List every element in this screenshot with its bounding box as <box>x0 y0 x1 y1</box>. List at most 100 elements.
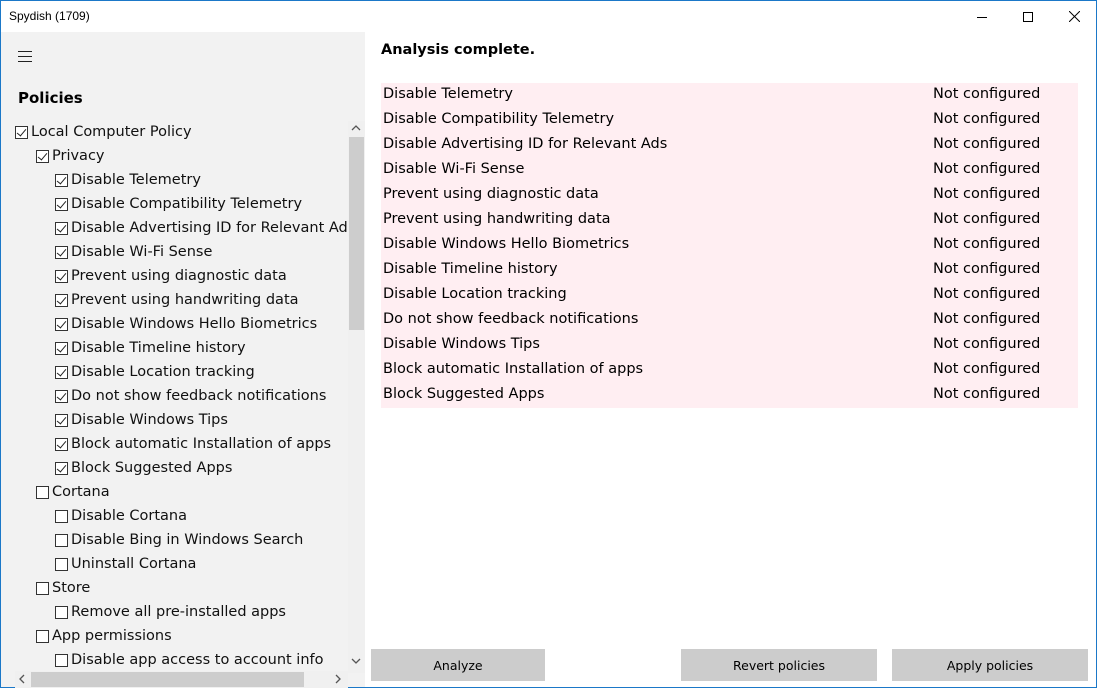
tree-item-label: Cortana <box>52 484 110 500</box>
tree-item-checkbox[interactable] <box>36 581 49 595</box>
policies-heading: Policies <box>18 89 83 107</box>
tree-item-label: Disable Windows Hello Biometrics <box>71 316 318 332</box>
tree-item-checkbox[interactable] <box>55 365 68 379</box>
tree-item-label: Disable Telemetry <box>71 172 201 188</box>
tree-item-checkbox[interactable] <box>36 485 49 499</box>
maximize-button[interactable] <box>1005 1 1051 32</box>
tree-item-checkbox[interactable] <box>55 293 68 307</box>
tree-item-label: Local Computer Policy <box>31 124 192 140</box>
tree-item-checkbox[interactable] <box>55 653 68 667</box>
tree-item-label: Disable Wi-Fi Sense <box>71 244 213 260</box>
tree-item-checkbox[interactable] <box>36 149 49 163</box>
tree-item-checkbox[interactable] <box>55 413 68 427</box>
close-button[interactable] <box>1051 1 1097 32</box>
horizontal-scroll-thumb[interactable] <box>31 672 304 687</box>
tree-item[interactable]: Block automatic Installation of apps <box>55 432 331 456</box>
tree-item[interactable]: Disable Windows Tips <box>55 408 228 432</box>
tree-item[interactable]: Disable Bing in Windows Search <box>55 528 303 552</box>
tree-item[interactable]: Uninstall Cortana <box>55 552 196 576</box>
tree-item[interactable]: Do not show feedback notifications <box>55 384 326 408</box>
tree-item[interactable]: Privacy <box>36 144 105 168</box>
tree-item[interactable]: Disable Advertising ID for Relevant Ads <box>55 216 347 240</box>
result-policy-name: Disable Location tracking <box>383 286 567 302</box>
tree-item[interactable]: Disable Telemetry <box>55 168 201 192</box>
result-row: Disable Compatibility Telemetry Not confi… <box>381 108 1078 133</box>
tree-item-checkbox[interactable] <box>55 533 68 547</box>
tree-item[interactable]: Disable Cortana <box>55 504 187 528</box>
result-policy-name: Disable Advertising ID for Relevant Ads <box>383 136 668 152</box>
tree-item-checkbox[interactable] <box>55 461 68 475</box>
results-list: Disable Telemetry Not configured Disable C… <box>381 83 1078 408</box>
tree-item[interactable]: Disable Compatibility Telemetry <box>55 192 302 216</box>
result-policy-name: Disable Telemetry <box>383 86 513 102</box>
tree-item-label: Disable Cortana <box>71 508 187 524</box>
result-policy-name: Do not show feedback notifications <box>383 311 639 327</box>
tree-item[interactable]: App permissions <box>36 624 172 648</box>
sidebar: Policies Local Computer Policy Privacy Dis… <box>1 32 365 688</box>
result-policy-status: Not configured <box>933 336 1041 352</box>
revert-policies-button[interactable]: Revert policies <box>681 649 877 681</box>
tree-item-checkbox[interactable] <box>55 197 68 211</box>
tree-item-checkbox[interactable] <box>55 269 68 283</box>
tree-item[interactable]: Disable Windows Hello Biometrics <box>55 312 317 336</box>
result-row: Disable Timeline history Not configured <box>381 258 1078 283</box>
tree-item-checkbox[interactable] <box>55 317 68 331</box>
result-row: Disable Windows Hello Biometrics Not conf… <box>381 233 1078 258</box>
tree-vertical-scrollbar[interactable] <box>348 121 365 673</box>
analyze-button[interactable]: Analyze <box>371 649 545 681</box>
scroll-right-icon[interactable] <box>335 674 341 684</box>
result-policy-status: Not configured <box>933 311 1041 327</box>
scroll-down-icon[interactable] <box>351 658 361 664</box>
tree-item-label: Disable Windows Tips <box>71 412 228 428</box>
tree-item-checkbox[interactable] <box>55 605 68 619</box>
tree-item[interactable]: Disable Wi-Fi Sense <box>55 240 212 264</box>
result-row: Block automatic Installation of apps Not … <box>381 358 1078 383</box>
tree-item-checkbox[interactable] <box>55 221 68 235</box>
tree-item-checkbox[interactable] <box>55 557 68 571</box>
apply-policies-button[interactable]: Apply policies <box>892 649 1088 681</box>
vertical-scroll-thumb[interactable] <box>349 137 364 330</box>
tree-item-checkbox[interactable] <box>36 629 49 643</box>
tree-item-checkbox[interactable] <box>55 509 68 523</box>
tree-item-label: Store <box>52 580 91 596</box>
scroll-up-icon[interactable] <box>351 125 361 131</box>
tree-horizontal-scrollbar[interactable] <box>15 671 348 688</box>
tree-item[interactable]: Cortana <box>36 480 110 504</box>
tree-item[interactable]: Prevent using diagnostic data <box>55 264 287 288</box>
tree-item-checkbox[interactable] <box>55 389 68 403</box>
tree-item-label: Block Suggested Apps <box>71 460 233 476</box>
tree-item-checkbox[interactable] <box>55 437 68 451</box>
result-row: Disable Location tracking Not configured <box>381 283 1078 308</box>
result-policy-status: Not configured <box>933 136 1041 152</box>
hamburger-icon[interactable] <box>18 51 32 63</box>
window-title: Spydish (1709) <box>9 9 90 23</box>
tree-item[interactable]: Store <box>36 576 90 600</box>
tree-item-checkbox[interactable] <box>15 125 28 139</box>
result-policy-status: Not configured <box>933 211 1041 227</box>
tree-item-checkbox[interactable] <box>55 173 68 187</box>
result-policy-status: Not configured <box>933 386 1041 402</box>
result-row: Disable Wi-Fi Sense Not configured <box>381 158 1078 183</box>
result-policy-name: Disable Windows Hello Biometrics <box>383 236 630 252</box>
result-policy-status: Not configured <box>933 186 1041 202</box>
tree-item[interactable]: Prevent using handwriting data <box>55 288 299 312</box>
tree-item-label: Prevent using handwriting data <box>71 292 299 308</box>
minimize-button[interactable] <box>959 1 1005 32</box>
tree-item[interactable]: Disable app access to account info <box>55 648 324 671</box>
tree-item[interactable]: Local Computer Policy <box>15 120 192 144</box>
tree-item[interactable]: Block Suggested Apps <box>55 456 232 480</box>
result-policy-status: Not configured <box>933 286 1041 302</box>
tree-item-label: Disable Timeline history <box>71 340 246 356</box>
tree-item[interactable]: Disable Location tracking <box>55 360 255 384</box>
minimize-icon <box>977 16 987 18</box>
policy-tree: Local Computer Policy Privacy Disable Tele… <box>15 120 347 671</box>
tree-item[interactable]: Remove all pre-installed apps <box>55 600 286 624</box>
tree-item[interactable]: Disable Timeline history <box>55 336 246 360</box>
tree-item-label: Do not show feedback notifications <box>71 388 327 404</box>
tree-item-checkbox[interactable] <box>55 341 68 355</box>
scroll-left-icon[interactable] <box>19 674 25 684</box>
title-bar: Spydish (1709) <box>1 1 1096 32</box>
result-row: Disable Telemetry Not configured <box>381 83 1078 108</box>
tree-item-checkbox[interactable] <box>55 245 68 259</box>
result-row: Do not show feedback notifications Not co… <box>381 308 1078 333</box>
